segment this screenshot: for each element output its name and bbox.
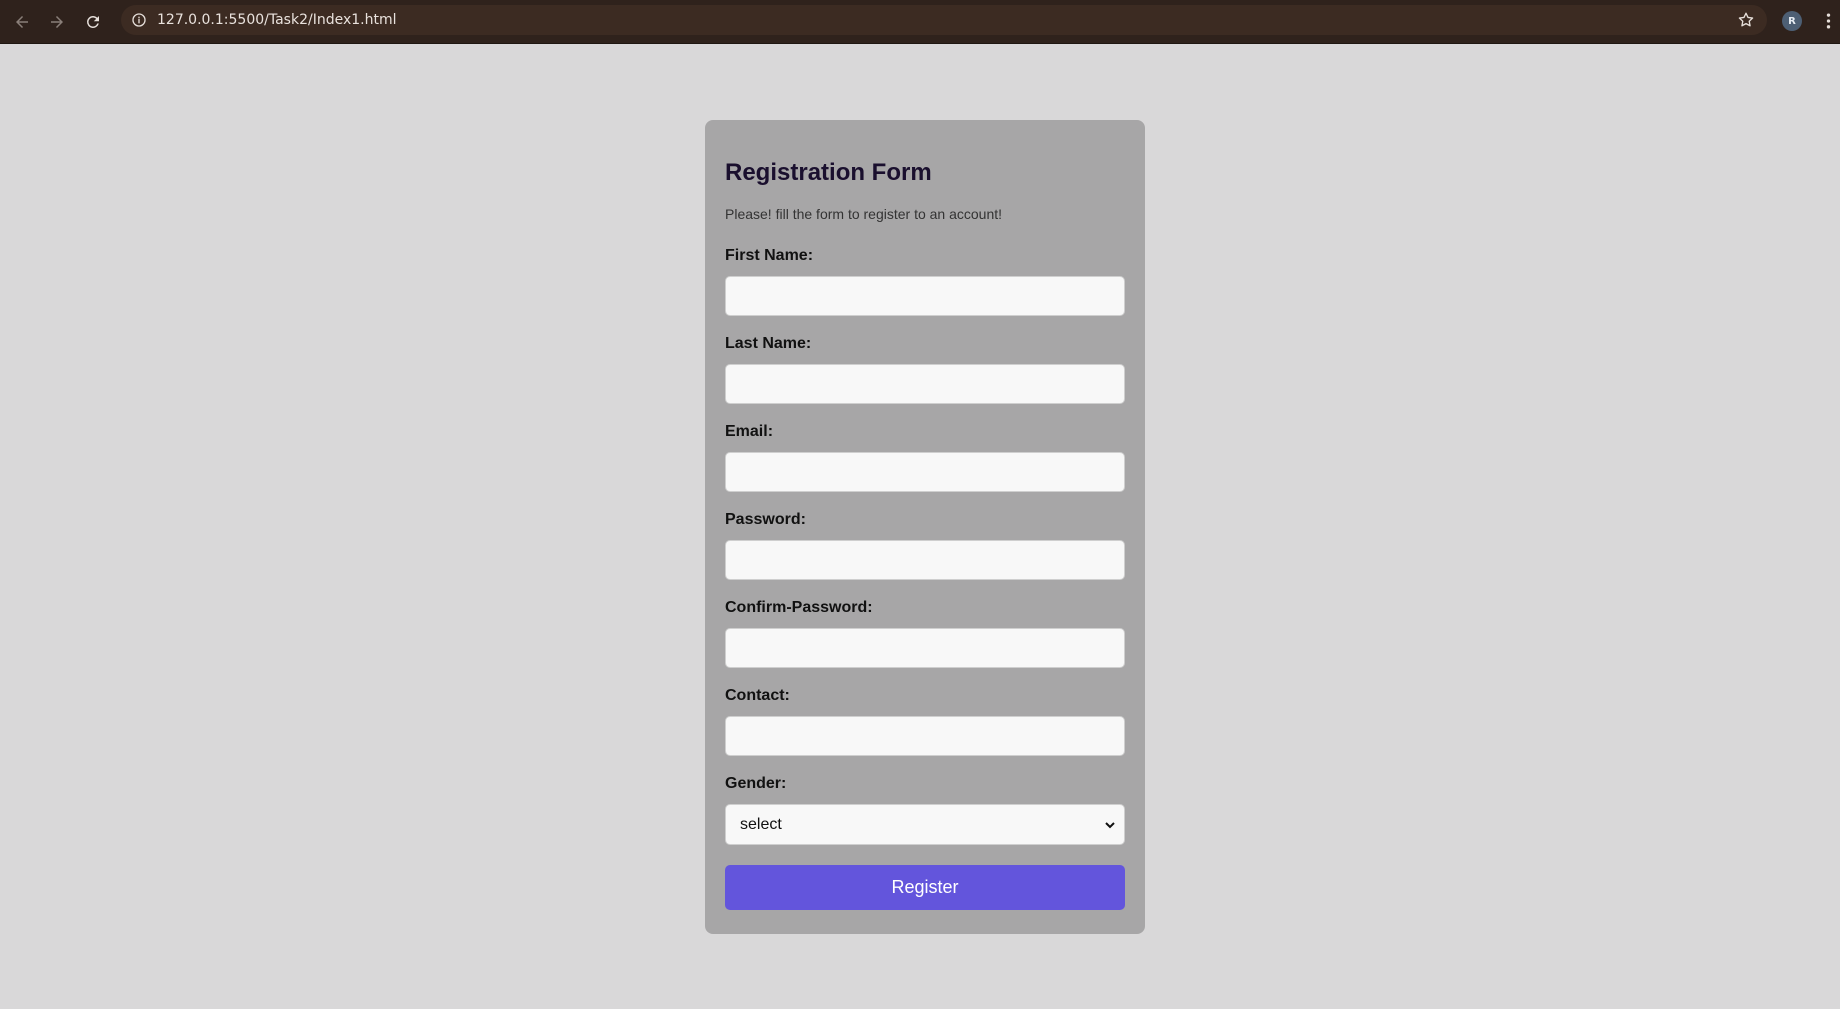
url-text[interactable]: 127.0.0.1:5500/Task2/Index1.html	[157, 12, 396, 28]
address-bar[interactable]: 127.0.0.1:5500/Task2/Index1.html	[121, 5, 1767, 35]
form-subtitle: Please! fill the form to register to an …	[725, 206, 1003, 222]
first-name-input[interactable]	[725, 276, 1125, 316]
confirm-password-group: Confirm-Password:	[725, 599, 1125, 668]
browser-toolbar: 127.0.0.1:5500/Task2/Index1.html R	[0, 0, 1840, 44]
last-name-input[interactable]	[725, 364, 1125, 404]
email-group: Email:	[725, 423, 1125, 492]
password-group: Password:	[725, 511, 1125, 580]
reload-icon	[87, 15, 99, 28]
password-label: Password:	[725, 511, 806, 528]
forward-button[interactable]	[44, 9, 70, 35]
profile-avatar[interactable]: R	[1782, 11, 1802, 31]
first-name-group: First Name:	[725, 247, 1125, 316]
back-arrow-icon	[16, 16, 28, 28]
password-input[interactable]	[725, 540, 1125, 580]
email-input[interactable]	[725, 452, 1125, 492]
first-name-label: First Name:	[725, 247, 814, 264]
gender-group: Gender: select	[725, 775, 1125, 845]
contact-group: Contact:	[725, 687, 1125, 756]
contact-input[interactable]	[725, 716, 1125, 756]
kebab-menu-icon[interactable]	[1820, 10, 1836, 32]
last-name-group: Last Name:	[725, 335, 1125, 404]
forward-arrow-icon	[51, 16, 63, 28]
gender-select-value: select	[740, 816, 782, 833]
confirm-password-input[interactable]	[725, 628, 1125, 668]
contact-label: Contact:	[725, 687, 790, 704]
chevron-down-icon	[1105, 822, 1115, 829]
reload-button[interactable]	[80, 9, 106, 35]
registration-card: Registration Form Please! fill the form …	[705, 120, 1145, 934]
form-title: Registration Form	[725, 159, 932, 186]
confirm-password-label: Confirm-Password:	[725, 599, 873, 616]
email-label: Email:	[725, 423, 774, 440]
gender-label: Gender:	[725, 775, 787, 792]
star-icon[interactable]	[1736, 10, 1756, 30]
last-name-label: Last Name:	[725, 335, 812, 352]
info-icon[interactable]	[130, 11, 148, 29]
back-button[interactable]	[9, 9, 35, 35]
register-button[interactable]: Register	[725, 865, 1125, 910]
gender-select[interactable]: select	[725, 804, 1125, 845]
